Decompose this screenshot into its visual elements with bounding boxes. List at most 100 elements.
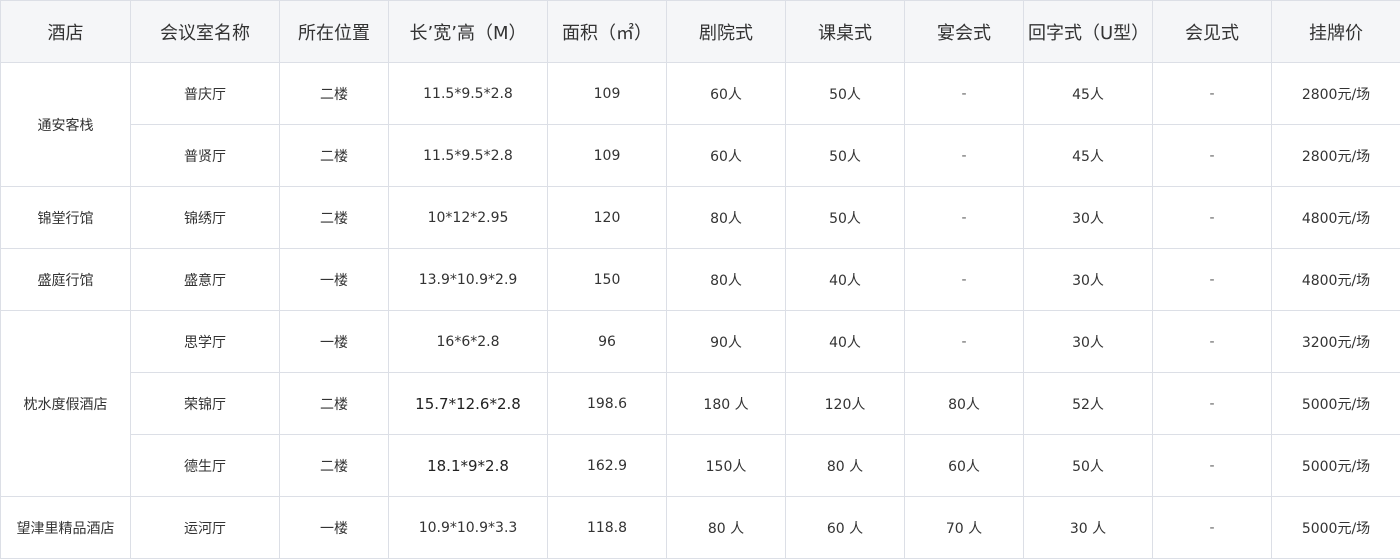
table-row: 望津里精品酒店运河厅一楼10.9*10.9*3.3118.880 人60 人70… bbox=[1, 497, 1400, 559]
area-cell: 118.8 bbox=[548, 497, 667, 559]
floor-cell: 一楼 bbox=[280, 249, 389, 311]
room-name-cell: 思学厅 bbox=[131, 311, 280, 373]
meeting-cell: - bbox=[1153, 249, 1272, 311]
price-cell: 5000元/场 bbox=[1272, 435, 1400, 497]
hotel-name-cell: 枕水度假酒店 bbox=[1, 311, 131, 497]
u-shape-cell: 52人 bbox=[1024, 373, 1153, 435]
dimensions-cell: 11.5*9.5*2.8 bbox=[389, 63, 548, 125]
meeting-cell: - bbox=[1153, 497, 1272, 559]
table-row: 盛庭行馆盛意厅一楼13.9*10.9*2.915080人40人-30人-4800… bbox=[1, 249, 1400, 311]
u-shape-cell: 30人 bbox=[1024, 249, 1153, 311]
table-row: 普贤厅二楼11.5*9.5*2.810960人50人-45人-2800元/场 bbox=[1, 125, 1400, 187]
banquet-cell: 60人 bbox=[905, 435, 1024, 497]
table-header: 酒店会议室名称所在位置长’宽’高（M）面积（㎡）剧院式课桌式宴会式回字式（U型）… bbox=[1, 1, 1400, 63]
room-name-cell: 运河厅 bbox=[131, 497, 280, 559]
banquet-cell: - bbox=[905, 63, 1024, 125]
classroom-cell: 60 人 bbox=[786, 497, 905, 559]
classroom-cell: 50人 bbox=[786, 63, 905, 125]
table-row: 德生厅二楼18.1*9*2.8162.9150人80 人60人50人-5000元… bbox=[1, 435, 1400, 497]
banquet-cell: 70 人 bbox=[905, 497, 1024, 559]
dimensions-cell: 15.7*12.6*2.8 bbox=[389, 373, 548, 435]
dimensions-cell: 13.9*10.9*2.9 bbox=[389, 249, 548, 311]
hotel-name-cell: 锦堂行馆 bbox=[1, 187, 131, 249]
header-floor: 所在位置 bbox=[280, 1, 389, 63]
room-name-cell: 盛意厅 bbox=[131, 249, 280, 311]
price-cell: 5000元/场 bbox=[1272, 497, 1400, 559]
venue-table: 酒店会议室名称所在位置长’宽’高（M）面积（㎡）剧院式课桌式宴会式回字式（U型）… bbox=[0, 0, 1400, 559]
banquet-cell: - bbox=[905, 311, 1024, 373]
hotel-name-cell: 盛庭行馆 bbox=[1, 249, 131, 311]
area-cell: 120 bbox=[548, 187, 667, 249]
header-meeting: 会见式 bbox=[1153, 1, 1272, 63]
room-name-cell: 普庆厅 bbox=[131, 63, 280, 125]
banquet-cell: - bbox=[905, 187, 1024, 249]
price-cell: 4800元/场 bbox=[1272, 187, 1400, 249]
header-hotel: 酒店 bbox=[1, 1, 131, 63]
classroom-cell: 40人 bbox=[786, 249, 905, 311]
meeting-cell: - bbox=[1153, 63, 1272, 125]
theater-cell: 90人 bbox=[667, 311, 786, 373]
classroom-cell: 50人 bbox=[786, 187, 905, 249]
area-cell: 198.6 bbox=[548, 373, 667, 435]
theater-cell: 80人 bbox=[667, 187, 786, 249]
floor-cell: 二楼 bbox=[280, 373, 389, 435]
meeting-cell: - bbox=[1153, 187, 1272, 249]
area-cell: 150 bbox=[548, 249, 667, 311]
header-dimensions: 长’宽’高（M） bbox=[389, 1, 548, 63]
area-cell: 109 bbox=[548, 125, 667, 187]
hotel-name-cell: 通安客栈 bbox=[1, 63, 131, 187]
header-room-name: 会议室名称 bbox=[131, 1, 280, 63]
u-shape-cell: 30人 bbox=[1024, 187, 1153, 249]
floor-cell: 二楼 bbox=[280, 187, 389, 249]
header-area: 面积（㎡） bbox=[548, 1, 667, 63]
theater-cell: 60人 bbox=[667, 125, 786, 187]
room-name-cell: 德生厅 bbox=[131, 435, 280, 497]
room-name-cell: 荣锦厅 bbox=[131, 373, 280, 435]
floor-cell: 二楼 bbox=[280, 125, 389, 187]
table-body: 通安客栈普庆厅二楼11.5*9.5*2.810960人50人-45人-2800元… bbox=[1, 63, 1400, 559]
classroom-cell: 50人 bbox=[786, 125, 905, 187]
banquet-cell: 80人 bbox=[905, 373, 1024, 435]
meeting-cell: - bbox=[1153, 435, 1272, 497]
price-cell: 4800元/场 bbox=[1272, 249, 1400, 311]
theater-cell: 180 人 bbox=[667, 373, 786, 435]
banquet-cell: - bbox=[905, 249, 1024, 311]
table-row: 荣锦厅二楼15.7*12.6*2.8198.6180 人120人80人52人-5… bbox=[1, 373, 1400, 435]
header-u-shape: 回字式（U型） bbox=[1024, 1, 1153, 63]
floor-cell: 一楼 bbox=[280, 497, 389, 559]
table-row: 枕水度假酒店思学厅一楼16*6*2.89690人40人-30人-3200元/场 bbox=[1, 311, 1400, 373]
area-cell: 162.9 bbox=[548, 435, 667, 497]
table-row: 通安客栈普庆厅二楼11.5*9.5*2.810960人50人-45人-2800元… bbox=[1, 63, 1400, 125]
header-classroom: 课桌式 bbox=[786, 1, 905, 63]
floor-cell: 一楼 bbox=[280, 311, 389, 373]
u-shape-cell: 45人 bbox=[1024, 125, 1153, 187]
hotel-name-cell: 望津里精品酒店 bbox=[1, 497, 131, 559]
room-name-cell: 锦绣厅 bbox=[131, 187, 280, 249]
meeting-cell: - bbox=[1153, 311, 1272, 373]
classroom-cell: 120人 bbox=[786, 373, 905, 435]
dimensions-cell: 10.9*10.9*3.3 bbox=[389, 497, 548, 559]
u-shape-cell: 45人 bbox=[1024, 63, 1153, 125]
dimensions-cell: 11.5*9.5*2.8 bbox=[389, 125, 548, 187]
u-shape-cell: 50人 bbox=[1024, 435, 1153, 497]
area-cell: 109 bbox=[548, 63, 667, 125]
theater-cell: 150人 bbox=[667, 435, 786, 497]
header-row: 酒店会议室名称所在位置长’宽’高（M）面积（㎡）剧院式课桌式宴会式回字式（U型）… bbox=[1, 1, 1400, 63]
classroom-cell: 40人 bbox=[786, 311, 905, 373]
price-cell: 2800元/场 bbox=[1272, 63, 1400, 125]
meeting-cell: - bbox=[1153, 373, 1272, 435]
banquet-cell: - bbox=[905, 125, 1024, 187]
theater-cell: 80 人 bbox=[667, 497, 786, 559]
u-shape-cell: 30 人 bbox=[1024, 497, 1153, 559]
dimensions-cell: 18.1*9*2.8 bbox=[389, 435, 548, 497]
price-cell: 3200元/场 bbox=[1272, 311, 1400, 373]
classroom-cell: 80 人 bbox=[786, 435, 905, 497]
header-list-price: 挂牌价 bbox=[1272, 1, 1400, 63]
floor-cell: 二楼 bbox=[280, 63, 389, 125]
header-theater: 剧院式 bbox=[667, 1, 786, 63]
area-cell: 96 bbox=[548, 311, 667, 373]
meeting-cell: - bbox=[1153, 125, 1272, 187]
dimensions-cell: 16*6*2.8 bbox=[389, 311, 548, 373]
dimensions-cell: 10*12*2.95 bbox=[389, 187, 548, 249]
floor-cell: 二楼 bbox=[280, 435, 389, 497]
